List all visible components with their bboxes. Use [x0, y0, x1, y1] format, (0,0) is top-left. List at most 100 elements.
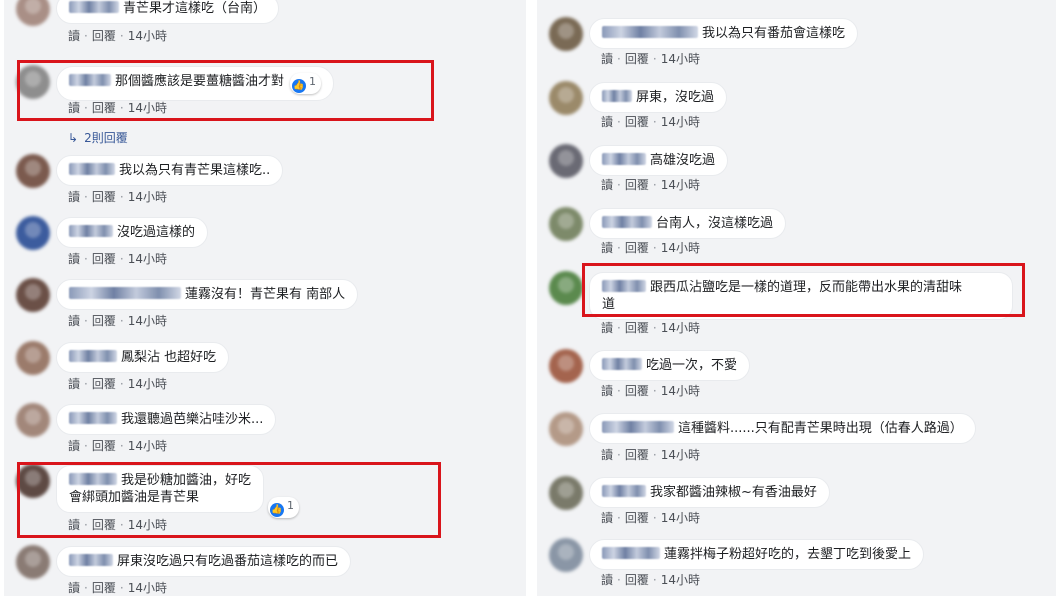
timestamp[interactable]: 14小時 [128, 190, 167, 204]
comment-bubble: 高雄沒吃過 [589, 145, 729, 176]
reply-link[interactable]: 回覆 [625, 241, 649, 255]
reply-link[interactable]: 回覆 [92, 314, 116, 328]
reply-arrow-icon: ↳ [68, 131, 79, 145]
like-link[interactable]: 讀 [68, 439, 80, 453]
commenter-name-blurred[interactable] [602, 153, 646, 165]
avatar[interactable] [549, 17, 583, 51]
like-link[interactable]: 讀 [68, 252, 80, 266]
comment-text: 這種醬料......只有配青芒果時出現（估春人路過） [678, 421, 963, 436]
avatar[interactable] [549, 412, 583, 446]
like-link[interactable]: 讀 [68, 29, 80, 43]
reply-link[interactable]: 回覆 [92, 377, 116, 391]
like-link[interactable]: 讀 [601, 321, 613, 335]
commenter-name-blurred[interactable] [69, 350, 117, 362]
comment-actions: 讀 · 回覆 · 14小時 [68, 190, 167, 204]
reply-link[interactable]: 回覆 [625, 448, 649, 462]
avatar[interactable] [16, 341, 50, 375]
like-link[interactable]: 讀 [68, 190, 80, 204]
comment-bubble: 蓮霧沒有！青芒果有 南部人 [56, 279, 359, 310]
timestamp[interactable]: 14小時 [661, 384, 700, 398]
avatar[interactable] [16, 545, 50, 579]
avatar[interactable] [549, 271, 583, 305]
commenter-name-blurred[interactable] [602, 358, 642, 370]
comment-actions: 讀 · 回覆 · 14小時 [601, 52, 700, 66]
reply-link[interactable]: 回覆 [625, 573, 649, 587]
like-link[interactable]: 讀 [601, 448, 613, 462]
comment-actions: 讀 · 回覆 · 14小時 [601, 384, 700, 398]
timestamp[interactable]: 14小時 [661, 321, 700, 335]
commenter-name-blurred[interactable] [602, 216, 652, 228]
comment-item: 沒吃過這樣的 讀 · 回覆 · 14小時 [4, 214, 526, 274]
avatar[interactable] [549, 207, 583, 241]
avatar[interactable] [549, 538, 583, 572]
timestamp[interactable]: 14小時 [128, 314, 167, 328]
commenter-name-blurred[interactable] [602, 485, 646, 497]
comment-bubble: 我家都醬油辣椒~有香油最好 [589, 477, 830, 508]
comment-actions: 讀 · 回覆 · 14小時 [68, 252, 167, 266]
comment-actions: 讀 · 回覆 · 14小時 [601, 511, 700, 525]
avatar[interactable] [16, 0, 50, 26]
avatar[interactable] [16, 403, 50, 437]
avatar[interactable] [549, 81, 583, 115]
timestamp[interactable]: 14小時 [128, 29, 167, 43]
reply-link[interactable]: 回覆 [625, 178, 649, 192]
comment-bubble: 蓮霧拌梅子粉超好吃的，去墾丁吃到後愛上 [589, 539, 925, 570]
timestamp[interactable]: 14小時 [661, 115, 700, 129]
comment-text: 屏東，沒吃過 [636, 90, 715, 105]
comment-item: 蓮霧拌梅子粉超好吃的，去墾丁吃到後愛上 讀 · 回覆 · 14小時 [537, 536, 1056, 596]
comment-bubble: 吃過一次，不愛 [589, 350, 751, 381]
timestamp[interactable]: 14小時 [128, 252, 167, 266]
like-link[interactable]: 讀 [68, 581, 80, 595]
avatar[interactable] [549, 349, 583, 383]
view-replies-link[interactable]: ↳ 2則回覆 [68, 129, 128, 146]
comment-item: 這種醬料......只有配青芒果時出現（估春人路過） 讀 · 回覆 · 14小時 [537, 410, 1056, 470]
avatar[interactable] [16, 278, 50, 312]
reply-link[interactable]: 回覆 [92, 190, 116, 204]
avatar[interactable] [16, 216, 50, 250]
commenter-name-blurred[interactable] [602, 26, 698, 38]
like-link[interactable]: 讀 [601, 115, 613, 129]
like-link[interactable]: 讀 [601, 52, 613, 66]
reply-link[interactable]: 回覆 [92, 581, 116, 595]
timestamp[interactable]: 14小時 [661, 178, 700, 192]
commenter-name-blurred[interactable] [69, 554, 113, 566]
avatar[interactable] [549, 476, 583, 510]
commenter-name-blurred[interactable] [69, 287, 181, 299]
reply-link[interactable]: 回覆 [625, 511, 649, 525]
reply-link[interactable]: 回覆 [625, 115, 649, 129]
timestamp[interactable]: 14小時 [661, 241, 700, 255]
reply-link[interactable]: 回覆 [92, 439, 116, 453]
comment-actions: 讀 · 回覆 · 14小時 [601, 448, 700, 462]
like-link[interactable]: 讀 [601, 241, 613, 255]
like-link[interactable]: 讀 [68, 377, 80, 391]
timestamp[interactable]: 14小時 [128, 581, 167, 595]
reply-link[interactable]: 回覆 [625, 384, 649, 398]
avatar[interactable] [16, 154, 50, 188]
timestamp[interactable]: 14小時 [128, 439, 167, 453]
like-link[interactable]: 讀 [601, 178, 613, 192]
comment-bubble: 屏東，沒吃過 [589, 82, 728, 113]
avatar[interactable] [549, 144, 583, 178]
comment-actions: 讀 · 回覆 · 14小時 [68, 581, 167, 595]
commenter-name-blurred[interactable] [69, 412, 117, 424]
like-link[interactable]: 讀 [68, 314, 80, 328]
like-link[interactable]: 讀 [601, 511, 613, 525]
commenter-name-blurred[interactable] [69, 1, 119, 13]
commenter-name-blurred[interactable] [69, 225, 113, 237]
timestamp[interactable]: 14小時 [661, 52, 700, 66]
reply-link[interactable]: 回覆 [625, 52, 649, 66]
like-link[interactable]: 讀 [601, 573, 613, 587]
reply-link[interactable]: 回覆 [625, 321, 649, 335]
timestamp[interactable]: 14小時 [661, 511, 700, 525]
commenter-name-blurred[interactable] [602, 90, 632, 102]
timestamp[interactable]: 14小時 [661, 573, 700, 587]
commenter-name-blurred[interactable] [602, 547, 660, 559]
timestamp[interactable]: 14小時 [661, 448, 700, 462]
commenter-name-blurred[interactable] [69, 163, 115, 175]
timestamp[interactable]: 14小時 [128, 377, 167, 391]
comment-item: 高雄沒吃過 讀 · 回覆 · 14小時 [537, 142, 1056, 202]
like-link[interactable]: 讀 [601, 384, 613, 398]
reply-link[interactable]: 回覆 [92, 29, 116, 43]
commenter-name-blurred[interactable] [602, 421, 674, 433]
reply-link[interactable]: 回覆 [92, 252, 116, 266]
